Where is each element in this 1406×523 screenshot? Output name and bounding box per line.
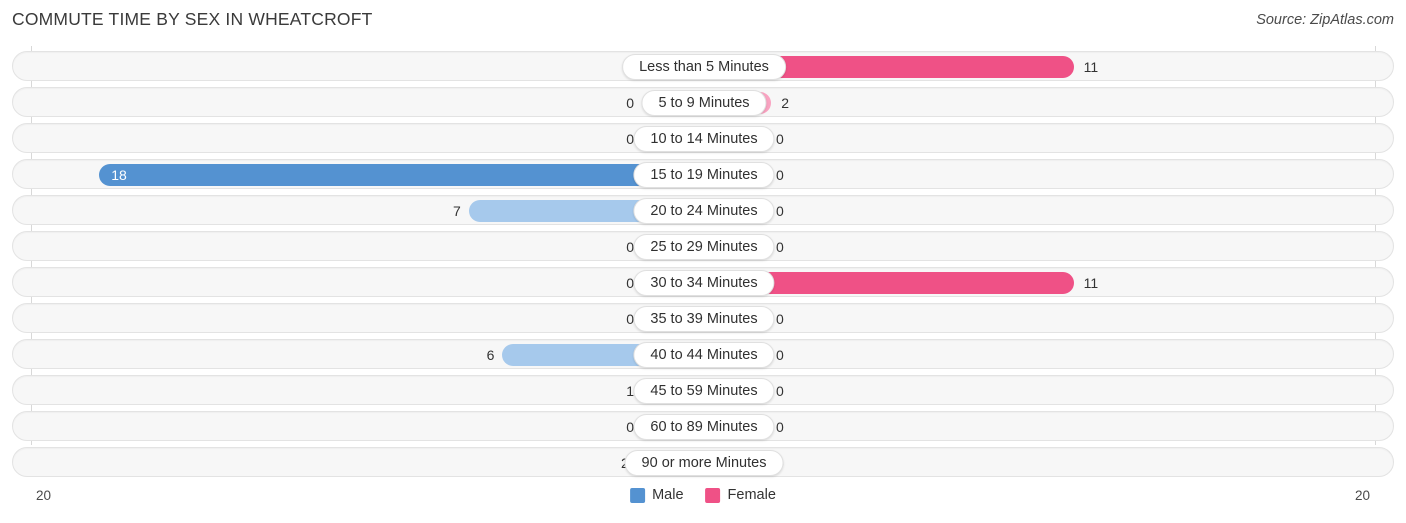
value-label-male: 0	[626, 275, 634, 291]
chart-plot-area: 011Less than 5 Minutes025 to 9 Minutes00…	[0, 46, 1406, 483]
category-label-pill: Less than 5 Minutes	[622, 54, 786, 80]
axis-max-left: 20	[36, 488, 52, 503]
bar-male[interactable]	[99, 164, 704, 186]
value-label-male: 0	[626, 131, 634, 147]
legend-label: Female	[727, 487, 776, 503]
chart-row: 2090 or more Minutes	[12, 447, 1394, 477]
category-label-pill: 35 to 39 Minutes	[633, 306, 775, 332]
value-label-female: 0	[776, 419, 784, 435]
category-label-pill: 45 to 59 Minutes	[633, 378, 775, 404]
value-label-female: 0	[776, 131, 784, 147]
chart-row: 0 2 5 to 9 Minutes	[12, 87, 1394, 117]
legend-item-male[interactable]: Male	[630, 487, 684, 503]
chart-row: 7 0 20 to 24 Minutes	[12, 195, 1394, 225]
category-label-pill: 25 to 29 Minutes	[633, 234, 775, 260]
category-label-pill: 5 to 9 Minutes	[641, 90, 767, 116]
category-label-pill: 30 to 34 Minutes	[633, 270, 775, 296]
category-label-pill: 60 to 89 Minutes	[633, 414, 775, 440]
value-label-female: 0	[776, 311, 784, 327]
chart-row: 0 0 25 to 29 Minutes	[12, 231, 1394, 261]
chart-row: 011Less than 5 Minutes	[12, 51, 1394, 81]
chart-row: 1 0 45 to 59 Minutes	[12, 375, 1394, 405]
value-label-female: 11	[1083, 59, 1099, 75]
value-label-female: 0	[776, 167, 784, 183]
legend-swatch-icon	[705, 487, 721, 503]
value-label-female: 11	[1083, 275, 1099, 291]
value-label-male: 1	[626, 383, 634, 399]
legend-swatch-icon	[630, 487, 646, 503]
value-label-female: 0	[776, 383, 784, 399]
value-label-female: 2	[781, 95, 789, 111]
value-label-male: 0	[626, 419, 634, 435]
chart-header: COMMUTE TIME BY SEX IN WHEATCROFT Source…	[0, 0, 1406, 42]
chart-row: 0 0 35 to 39 Minutes	[12, 303, 1394, 333]
category-label-pill: 40 to 44 Minutes	[633, 342, 775, 368]
value-label-male: 0	[626, 239, 634, 255]
chart-legend: Male Female	[630, 487, 776, 503]
chart-row: 0 11 30 to 34 Minutes	[12, 267, 1394, 297]
chart-page: COMMUTE TIME BY SEX IN WHEATCROFT Source…	[0, 0, 1406, 523]
value-label-male: 18	[111, 167, 127, 183]
value-label-male: 0	[626, 311, 634, 327]
value-label-female: 0	[776, 239, 784, 255]
category-label-pill: 10 to 14 Minutes	[633, 126, 775, 152]
category-label-pill: 20 to 24 Minutes	[633, 198, 775, 224]
chart-footer: 20 20 Male Female	[0, 484, 1406, 523]
value-label-male: 0	[626, 95, 634, 111]
chart-row: 6 0 40 to 44 Minutes	[12, 339, 1394, 369]
value-label-female: 0	[776, 203, 784, 219]
value-label-male: 6	[486, 347, 495, 363]
chart-row: 0 0 10 to 14 Minutes	[12, 123, 1394, 153]
chart-row: 18 0 15 to 19 Minutes	[12, 159, 1394, 189]
value-label-male: 7	[453, 203, 461, 219]
axis-max-right: 20	[1354, 488, 1370, 503]
value-label-female: 0	[776, 347, 784, 363]
legend-item-female[interactable]: Female	[705, 487, 776, 503]
value-label-male: 2	[591, 454, 629, 472]
chart-row: 0 0 60 to 89 Minutes	[12, 411, 1394, 441]
category-label-pill: 90 or more Minutes	[624, 450, 784, 476]
legend-label: Male	[652, 487, 684, 503]
page-title: COMMUTE TIME BY SEX IN WHEATCROFT	[12, 9, 373, 29]
category-label-pill: 15 to 19 Minutes	[633, 162, 775, 188]
source-attribution: Source: ZipAtlas.com	[1256, 12, 1394, 28]
